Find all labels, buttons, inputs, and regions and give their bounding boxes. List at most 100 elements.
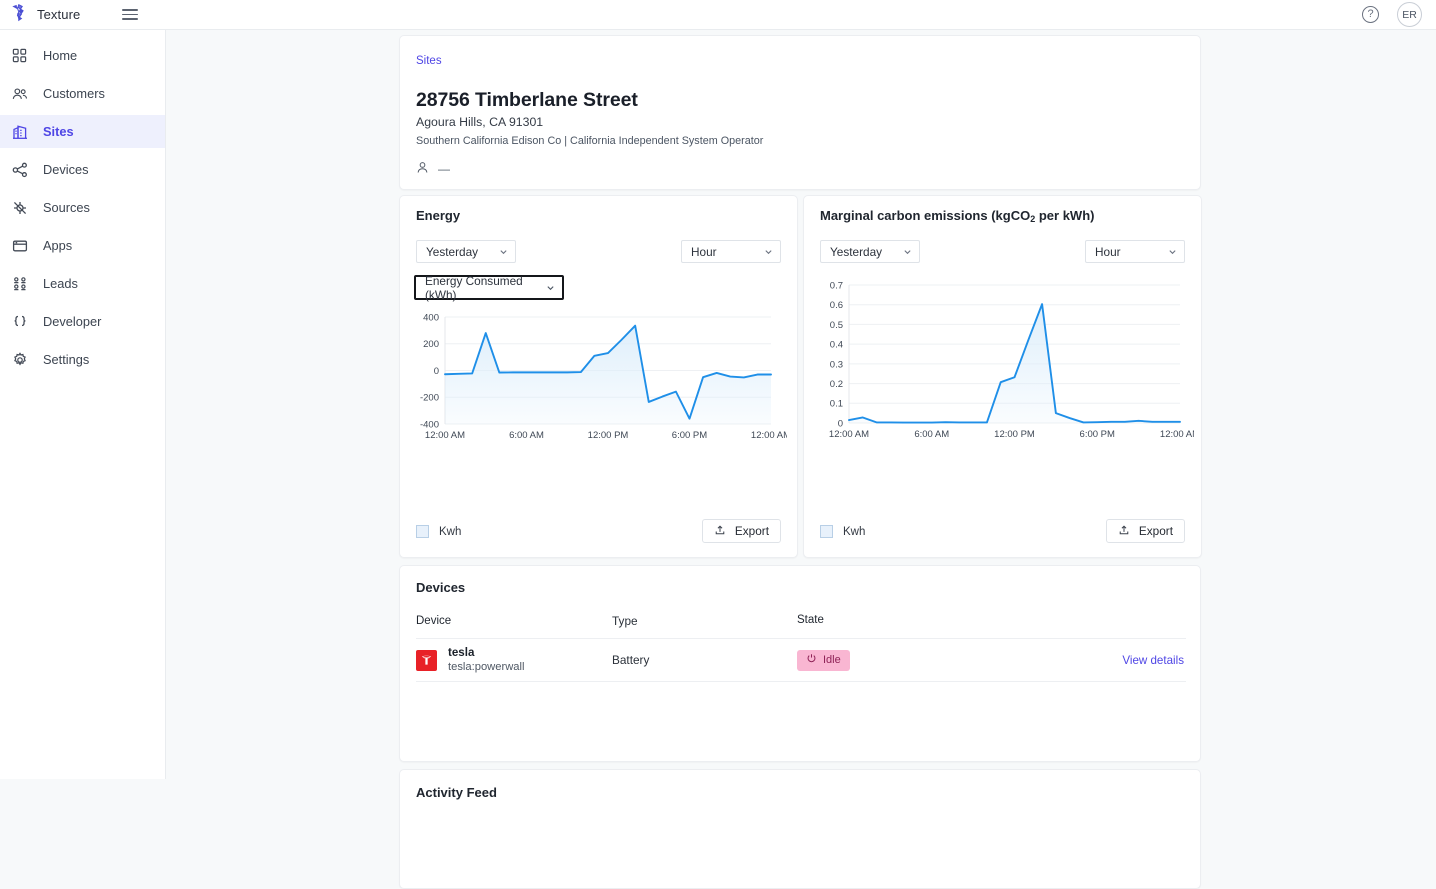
device-state-cell: Idle [797, 649, 1078, 671]
person-icon [416, 161, 429, 177]
table-header-row: Device Type State [416, 614, 1186, 638]
brand-name: Texture [37, 7, 81, 22]
table-row[interactable]: tesla tesla:powerwall Battery Idle View … [416, 638, 1186, 682]
energy-granularity-value: Hour [691, 244, 717, 259]
carbon-granularity-value: Hour [1095, 244, 1121, 259]
carbon-title-suffix: per kWh) [1035, 208, 1095, 223]
svg-text:12:00 AM: 12:00 AM [829, 429, 869, 440]
main-content: Sites 28756 Timberlane Street Agoura Hil… [166, 30, 1436, 889]
legend-label: Kwh [439, 525, 462, 538]
svg-text:6:00 PM: 6:00 PM [1080, 429, 1115, 440]
svg-text:0.2: 0.2 [830, 379, 843, 390]
carbon-range-select[interactable]: Yesterday [820, 240, 920, 263]
activity-feed-panel: Activity Feed [399, 769, 1201, 889]
sidebar-item-sources[interactable]: Sources [0, 191, 165, 224]
chevron-down-icon [1168, 247, 1177, 256]
sidebar-item-label: Home [43, 48, 78, 63]
status-badge-label: Idle [823, 654, 841, 666]
site-owner-row: — [416, 161, 450, 177]
energy-chart: 4002000-200-40012:00 AM 6:00 AM 12:00 PM 6:… [420, 312, 787, 441]
svg-text:12:00 AM: 12:00 AM [1160, 429, 1194, 440]
carbon-panel-title: Marginal carbon emissions (kgCO2 per kWh… [820, 208, 1094, 224]
sidebar-item-label: Developer [43, 314, 102, 329]
legend-label: Kwh [843, 525, 866, 538]
sidebar-item-leads[interactable]: Leads [0, 267, 165, 300]
sidebar-item-label: Devices [43, 162, 89, 177]
sidebar-item-developer[interactable]: Developer [0, 305, 165, 338]
chevron-down-icon [764, 247, 773, 256]
view-details-link[interactable]: View details [1122, 654, 1184, 667]
texture-logo-icon [11, 3, 30, 27]
avatar[interactable]: ER [1397, 2, 1422, 27]
svg-text:0.6: 0.6 [830, 300, 843, 311]
svg-text:0.5: 0.5 [830, 320, 843, 331]
plug-icon [11, 199, 28, 216]
energy-metric-select[interactable]: Energy Consumed (kWh) [414, 274, 564, 302]
column-header-actions [1078, 614, 1186, 628]
upload-icon [714, 524, 726, 539]
legend-swatch [416, 525, 429, 538]
site-address: Agoura Hills, CA 91301 [416, 115, 544, 129]
device-cell: tesla tesla:powerwall [416, 645, 612, 676]
brand[interactable]: Texture [0, 3, 110, 27]
sidebar-item-settings[interactable]: Settings [0, 343, 165, 376]
energy-range-select[interactable]: Yesterday [416, 240, 516, 263]
window-icon [11, 237, 28, 254]
sidebar-item-sites[interactable]: Sites [0, 115, 165, 148]
energy-range-value: Yesterday [426, 244, 479, 259]
carbon-chart: 0.70.60.50.40.30.20.1012:00 AM 6:00 AM 12:… [829, 280, 1194, 440]
energy-granularity-select[interactable]: Hour [681, 240, 781, 263]
building-icon [11, 123, 28, 140]
svg-text:0.3: 0.3 [830, 359, 843, 370]
svg-text:0: 0 [838, 418, 843, 429]
svg-text:12:00 PM: 12:00 PM [588, 430, 629, 441]
sidebar-item-label: Sources [43, 200, 90, 215]
column-header-type: Type [612, 614, 638, 628]
svg-text:6:00 AM: 6:00 AM [509, 430, 544, 441]
devices-panel: Devices Device Type State tesla tesla:po… [399, 565, 1201, 762]
svg-text:0: 0 [434, 366, 439, 377]
carbon-export-button[interactable]: Export [1105, 519, 1185, 543]
top-bar-actions: ? ER [1362, 2, 1436, 27]
share-nodes-icon [11, 161, 28, 178]
carbon-range-value: Yesterday [830, 244, 883, 259]
breadcrumb-sites-link[interactable]: Sites [416, 55, 442, 67]
hamburger-icon[interactable] [122, 8, 138, 21]
power-icon [806, 653, 817, 667]
carbon-title-prefix: Marginal carbon emissions (kgCO [820, 208, 1031, 223]
column-header-device: Device [416, 615, 452, 627]
carbon-legend: Kwh [820, 525, 865, 538]
carbon-granularity-select[interactable]: Hour [1085, 240, 1185, 263]
sidebar-item-label: Apps [43, 238, 73, 253]
device-name-block: tesla tesla:powerwall [448, 645, 524, 676]
sidebar: Home Customers Sites Devices Sources App… [0, 30, 166, 779]
braces-icon [11, 313, 28, 330]
energy-export-button[interactable]: Export [701, 519, 781, 543]
page-title: 28756 Timberlane Street [416, 89, 638, 111]
svg-text:0.4: 0.4 [830, 340, 843, 351]
chevron-down-icon [499, 247, 508, 256]
devices-panel-title: Devices [416, 580, 466, 595]
svg-text:400: 400 [423, 312, 439, 323]
site-utility: Southern California Edison Co | Californ… [416, 135, 764, 147]
energy-panel-title: Energy [416, 208, 461, 223]
upload-icon [1118, 524, 1130, 539]
device-name: tesla [448, 645, 475, 659]
export-label: Export [1138, 524, 1173, 538]
svg-text:-200: -200 [420, 393, 439, 404]
carbon-panel: Marginal carbon emissions (kgCO2 per kWh… [803, 195, 1202, 558]
sidebar-item-customers[interactable]: Customers [0, 77, 165, 110]
svg-text:200: 200 [423, 339, 439, 350]
svg-text:12:00 PM: 12:00 PM [994, 429, 1035, 440]
help-icon[interactable]: ? [1362, 6, 1379, 23]
sidebar-item-apps[interactable]: Apps [0, 229, 165, 262]
legend-swatch [820, 525, 833, 538]
status-badge: Idle [797, 649, 850, 671]
gear-icon [11, 351, 28, 368]
device-actions-cell: View details [1078, 651, 1186, 669]
sidebar-item-devices[interactable]: Devices [0, 153, 165, 186]
sidebar-item-home[interactable]: Home [0, 39, 165, 72]
column-header-state: State [797, 614, 824, 626]
svg-text:6:00 AM: 6:00 AM [914, 429, 949, 440]
svg-text:12:00 AM: 12:00 AM [425, 430, 465, 441]
